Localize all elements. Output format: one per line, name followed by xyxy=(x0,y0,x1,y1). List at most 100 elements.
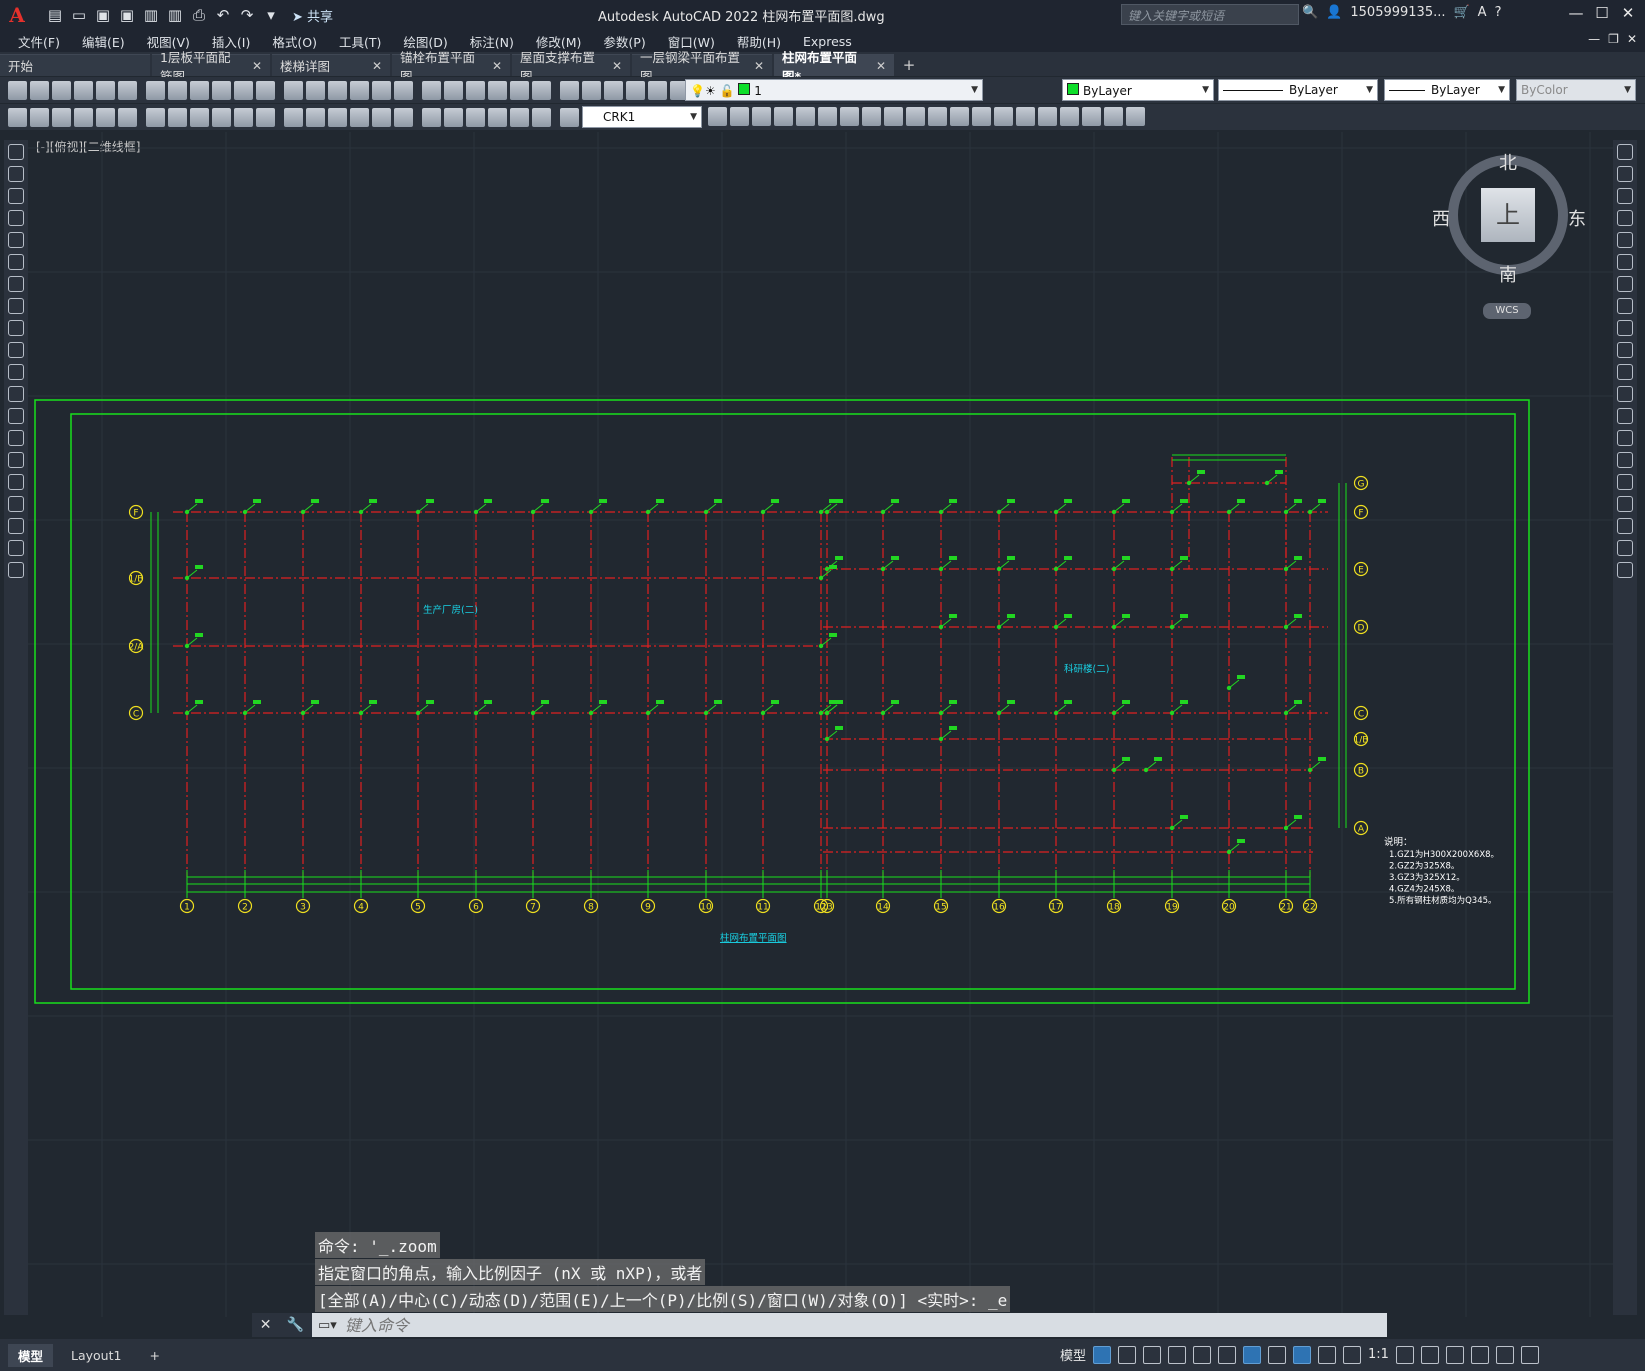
tool-icon[interactable] xyxy=(752,107,771,126)
snap-icon[interactable] xyxy=(1118,1345,1137,1364)
tool-icon[interactable] xyxy=(1060,107,1079,126)
tool-icon[interactable] xyxy=(168,107,187,127)
file-tab[interactable]: 屋面支撑布置图 ✕ xyxy=(512,50,630,84)
tool-icon[interactable] xyxy=(8,107,27,127)
tool-icon[interactable] xyxy=(284,80,303,100)
tool-icon[interactable] xyxy=(972,107,991,126)
plot-icon[interactable]: ⎙ xyxy=(190,6,208,24)
tool-icon[interactable] xyxy=(488,80,507,100)
auto-scale-icon[interactable] xyxy=(1318,1345,1337,1364)
lineweight-dropdown[interactable]: ByLayer ▼ xyxy=(1384,79,1510,101)
close-button[interactable]: ✕ xyxy=(1615,4,1641,26)
tool-icon[interactable] xyxy=(8,474,24,490)
web-mobile-open-icon[interactable]: ▥ xyxy=(142,6,160,24)
tool-icon[interactable] xyxy=(1617,562,1633,578)
tool-icon[interactable] xyxy=(1617,144,1633,160)
model-space-button[interactable]: 模型 xyxy=(1060,1345,1086,1364)
tool-icon[interactable] xyxy=(1617,540,1633,556)
tool-icon[interactable] xyxy=(372,107,391,127)
tool-icon[interactable] xyxy=(118,107,137,127)
command-prompt-icon[interactable]: ▭▾ xyxy=(312,1318,337,1333)
layout-tab-model[interactable]: 模型 xyxy=(8,1343,54,1367)
tool-icon[interactable] xyxy=(1617,298,1633,314)
new-icon[interactable]: ▤ xyxy=(46,6,64,24)
tool-icon[interactable] xyxy=(1617,254,1633,270)
tool-icon[interactable] xyxy=(8,408,24,424)
annotation-visibility-icon[interactable] xyxy=(1293,1345,1312,1364)
menu-item[interactable]: 编辑(E) xyxy=(82,32,125,51)
tool-icon[interactable] xyxy=(510,80,529,100)
tool-icon[interactable] xyxy=(604,80,623,100)
viewcube-top-face[interactable]: 上 xyxy=(1481,188,1535,242)
tool-icon[interactable] xyxy=(8,540,24,556)
tool-icon[interactable] xyxy=(8,562,24,578)
linetype-dropdown[interactable]: ByLayer ▼ xyxy=(1218,79,1378,101)
tool-icon[interactable] xyxy=(8,298,24,314)
compass-west[interactable]: 西 xyxy=(1432,205,1450,231)
tool-icon[interactable] xyxy=(350,107,369,127)
tool-icon[interactable] xyxy=(394,80,413,100)
cart-icon[interactable]: 🛒 xyxy=(1453,5,1469,20)
tool-icon[interactable] xyxy=(884,107,903,126)
clean-screen-icon[interactable] xyxy=(1495,1345,1514,1364)
tool-icon[interactable] xyxy=(8,496,24,512)
customize-qat-icon[interactable]: ▾ xyxy=(262,6,280,24)
tool-icon[interactable] xyxy=(532,107,551,127)
tool-icon[interactable] xyxy=(190,80,209,100)
help-icon[interactable]: ? xyxy=(1495,5,1502,20)
tool-icon[interactable] xyxy=(444,107,463,127)
tool-icon[interactable] xyxy=(284,107,303,127)
tool-icon[interactable] xyxy=(994,107,1013,126)
tool-icon[interactable] xyxy=(422,80,441,100)
tool-icon[interactable] xyxy=(8,386,24,402)
save-as-icon[interactable]: ▣ xyxy=(118,6,136,24)
tool-icon[interactable] xyxy=(190,107,209,127)
tool-icon[interactable] xyxy=(1617,364,1633,380)
web-mobile-save-icon[interactable]: ▥ xyxy=(166,6,184,24)
tool-icon[interactable] xyxy=(1104,107,1123,126)
tool-icon[interactable] xyxy=(1617,452,1633,468)
close-icon[interactable]: ✕ xyxy=(252,59,262,73)
tool-icon[interactable] xyxy=(532,80,551,100)
share-button[interactable]: ➤ 共享 xyxy=(292,6,333,25)
annotation-scale-icon[interactable] xyxy=(1343,1345,1362,1364)
tool-icon[interactable] xyxy=(256,80,275,100)
file-tab[interactable]: 柱网布置平面图* ✕ xyxy=(774,50,894,84)
lineweight-icon[interactable] xyxy=(1268,1345,1287,1364)
compass-south[interactable]: 南 xyxy=(1499,261,1517,287)
tool-icon[interactable] xyxy=(372,80,391,100)
tool-icon[interactable] xyxy=(8,166,24,182)
tool-icon[interactable] xyxy=(256,107,275,127)
tool-icon[interactable] xyxy=(1617,342,1633,358)
tool-icon[interactable] xyxy=(708,107,727,126)
undo-icon[interactable]: ↶ xyxy=(214,6,232,24)
annotation-scale-value[interactable]: 1:1 xyxy=(1368,1347,1389,1362)
tool-icon[interactable] xyxy=(74,107,93,127)
compass-north[interactable]: 北 xyxy=(1499,149,1517,175)
tool-icon[interactable] xyxy=(52,80,71,100)
tool-icon[interactable] xyxy=(1617,320,1633,336)
save-icon[interactable]: ▣ xyxy=(94,6,112,24)
tool-icon[interactable] xyxy=(796,107,815,126)
tool-icon[interactable] xyxy=(212,80,231,100)
tool-icon[interactable] xyxy=(30,80,49,100)
tool-icon[interactable] xyxy=(818,107,837,126)
tool-icon[interactable] xyxy=(1126,107,1145,126)
tool-icon[interactable] xyxy=(862,107,881,126)
tool-icon[interactable] xyxy=(234,107,253,127)
tool-icon[interactable] xyxy=(8,276,24,292)
tool-icon[interactable] xyxy=(1617,166,1633,182)
close-icon[interactable]: ✕ xyxy=(876,59,886,73)
layer-dropdown[interactable]: 💡☀ 🔓 1 ▼ xyxy=(685,79,983,101)
file-tab[interactable]: 开始 xyxy=(0,54,150,76)
gear-icon[interactable] xyxy=(1395,1345,1414,1364)
menu-item[interactable]: 文件(F) xyxy=(18,32,60,51)
file-tab[interactable]: 楼梯详图 ✕ xyxy=(272,54,390,76)
doc-restore-button[interactable]: ❐ xyxy=(1608,32,1619,46)
close-icon[interactable]: ✕ xyxy=(492,59,502,73)
tool-icon[interactable] xyxy=(8,320,24,336)
tool-icon[interactable] xyxy=(8,232,24,248)
tool-icon[interactable] xyxy=(328,80,347,100)
close-icon[interactable]: ✕ xyxy=(260,1317,272,1333)
close-icon[interactable]: ✕ xyxy=(612,59,622,73)
